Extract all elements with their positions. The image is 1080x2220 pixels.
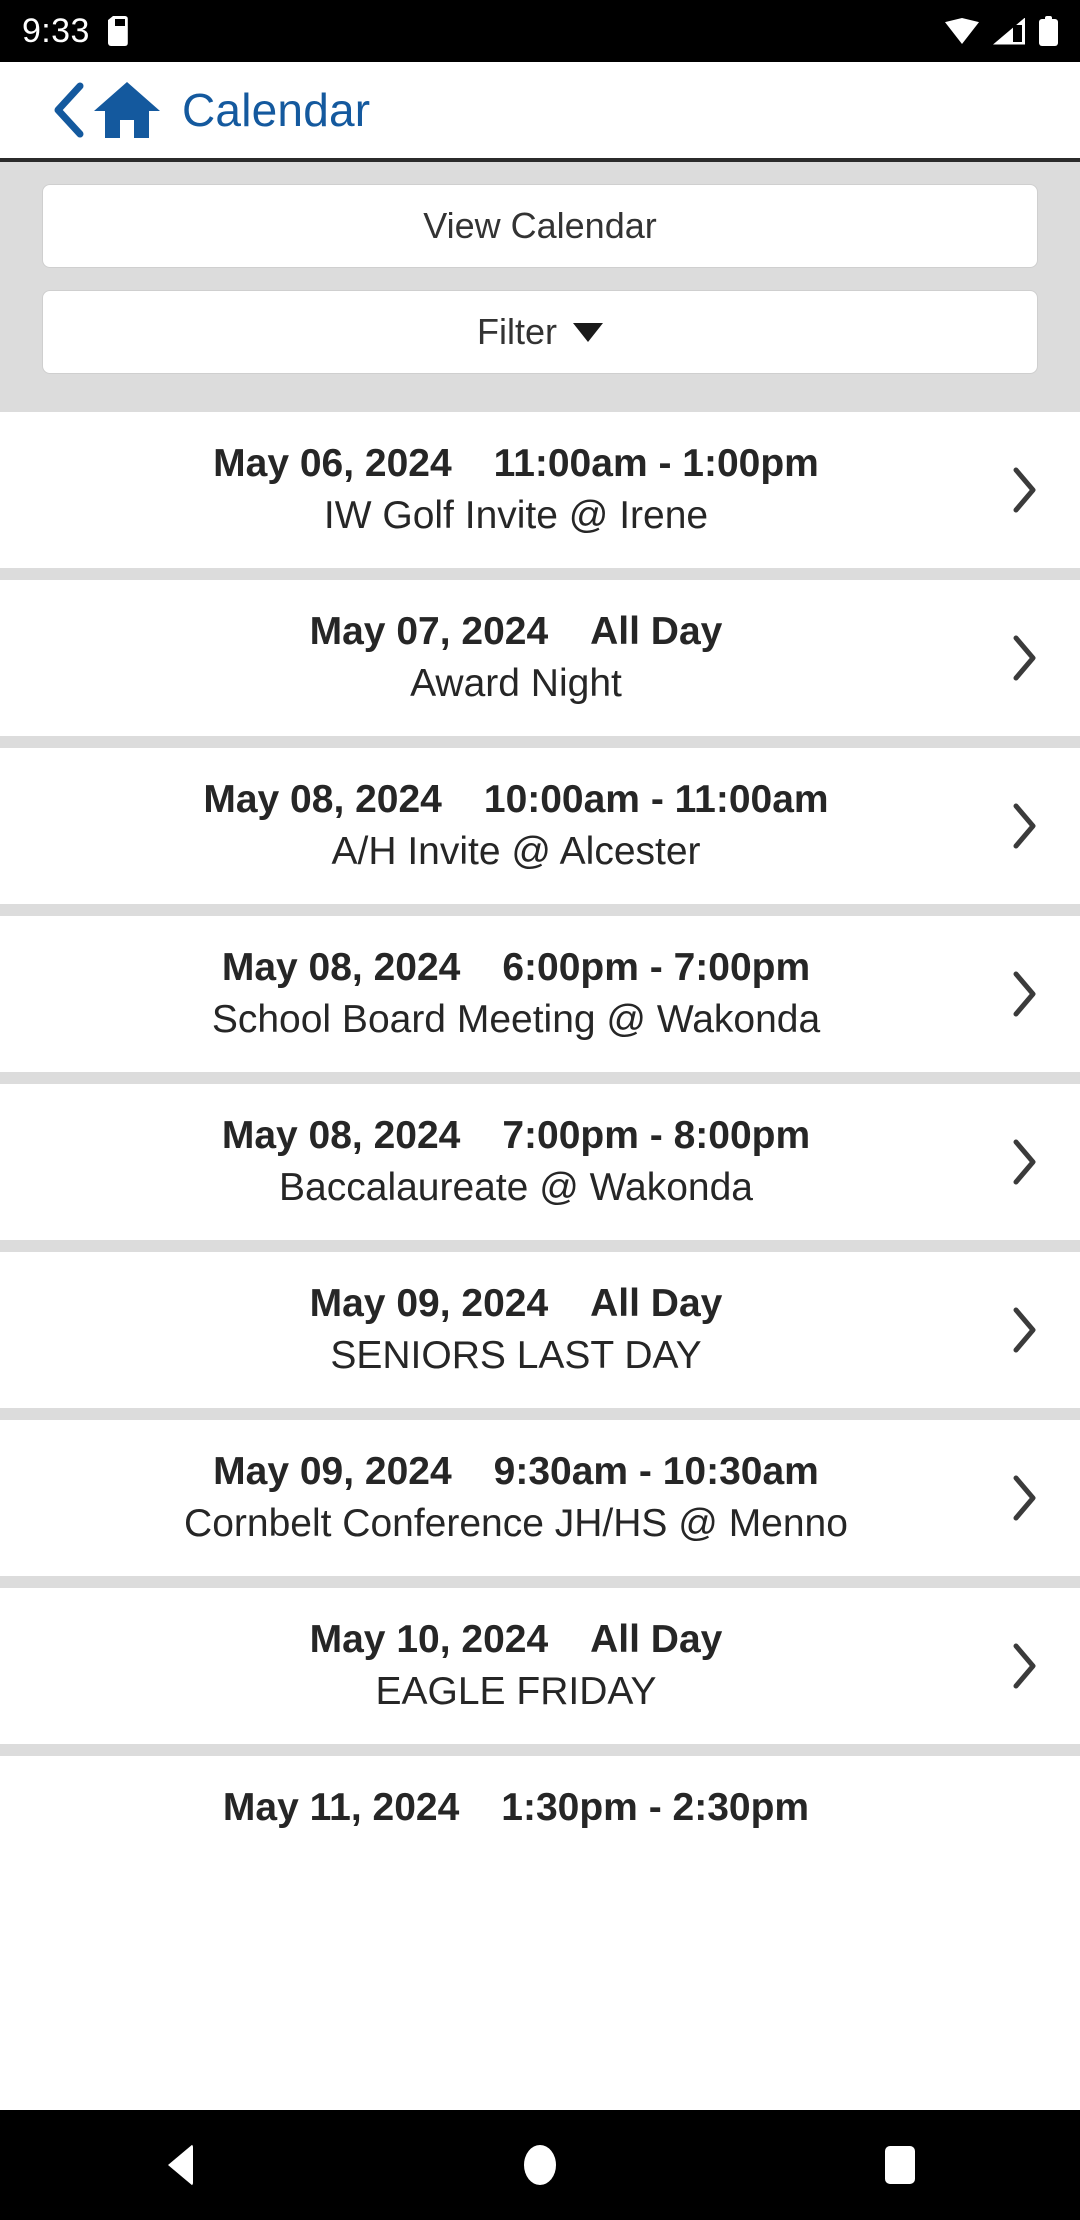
event-row[interactable]: May 10, 2024 All Day EAGLE FRIDAY <box>0 1588 1080 1744</box>
sd-card-icon <box>108 16 128 46</box>
event-title: SENIORS LAST DAY <box>330 1334 702 1377</box>
event-list: May 06, 2024 11:00am - 1:00pm IW Golf Invi… <box>0 400 1080 1830</box>
event-row-header: May 06, 2024 11:00am - 1:00pm <box>213 442 819 486</box>
event-row-header: May 08, 2024 7:00pm - 8:00pm <box>222 1114 810 1158</box>
app-header: Calendar <box>0 62 1080 158</box>
view-calendar-label: View Calendar <box>423 205 657 246</box>
event-row[interactable]: May 11, 2024 1:30pm - 2:30pm <box>0 1756 1080 1830</box>
status-bar-left: 9:33 <box>22 12 128 51</box>
wifi-icon <box>945 18 979 44</box>
event-separator <box>0 400 1080 412</box>
event-separator <box>0 1072 1080 1084</box>
event-row[interactable]: May 07, 2024 All Day Award Night <box>0 580 1080 736</box>
calendar-toolbar: View Calendar Filter <box>0 162 1080 400</box>
filter-button-inner: Filter <box>477 311 603 353</box>
event-time: All Day <box>590 1282 723 1325</box>
event-row[interactable]: May 08, 2024 7:00pm - 8:00pm Baccalaureate… <box>0 1084 1080 1240</box>
battery-icon <box>1039 16 1058 46</box>
status-bar: 9:33 <box>0 0 1080 62</box>
event-time: 9:30am - 10:30am <box>493 1450 819 1493</box>
event-separator <box>0 1240 1080 1252</box>
event-row-header: May 09, 2024 9:30am - 10:30am <box>213 1450 819 1494</box>
event-row-header: May 11, 2024 1:30pm - 2:30pm <box>223 1786 809 1830</box>
event-separator <box>0 568 1080 580</box>
back-triangle-icon <box>167 2144 193 2186</box>
phone-screen: 9:33 Calendar View Calendar Filter May 0… <box>0 0 1080 2220</box>
event-row-header: May 08, 2024 10:00am - 11:00am <box>203 778 828 822</box>
row-chevron-icon <box>1008 467 1042 513</box>
event-date: May 08, 2024 <box>221 1114 461 1157</box>
home-icon[interactable] <box>88 80 166 140</box>
row-chevron-icon <box>1008 1643 1042 1689</box>
event-title: Baccalaureate @ Wakonda <box>279 1166 753 1209</box>
system-navigation-bar <box>0 2110 1080 2220</box>
event-title: EAGLE FRIDAY <box>375 1670 657 1713</box>
event-title: School Board Meeting @ Wakonda <box>211 998 821 1041</box>
event-row[interactable]: May 09, 2024 9:30am - 10:30am Cornbelt Con… <box>0 1420 1080 1576</box>
event-separator <box>0 1744 1080 1756</box>
event-date: May 07, 2024 <box>309 610 549 653</box>
event-separator <box>0 1408 1080 1420</box>
event-title: IW Golf Invite @ Irene <box>323 494 709 537</box>
event-row-header: May 09, 2024 All Day <box>310 1282 723 1326</box>
event-title: A/H Invite @ Alcester <box>331 830 701 873</box>
event-time: 7:00pm - 8:00pm <box>502 1114 811 1157</box>
event-row-header: May 08, 2024 6:00pm - 7:00pm <box>222 946 810 990</box>
nav-home-button[interactable] <box>450 2110 630 2220</box>
event-date: May 08, 2024 <box>221 946 461 989</box>
row-chevron-icon <box>1008 1139 1042 1185</box>
row-chevron-icon <box>1008 635 1042 681</box>
event-time: All Day <box>590 610 723 653</box>
event-date: May 09, 2024 <box>213 1450 452 1493</box>
nav-recents-button[interactable] <box>810 2110 990 2220</box>
nav-back-button[interactable] <box>90 2110 270 2220</box>
event-time: 1:30pm - 2:30pm <box>501 1786 810 1829</box>
event-separator <box>0 1576 1080 1588</box>
event-time: 10:00am - 11:00am <box>483 778 829 821</box>
event-row[interactable]: May 08, 2024 6:00pm - 7:00pm School Board … <box>0 916 1080 1072</box>
event-row-header: May 07, 2024 All Day <box>310 610 723 654</box>
event-date: May 06, 2024 <box>213 442 452 485</box>
row-chevron-icon <box>1008 971 1042 1017</box>
cellular-signal-icon <box>993 18 1025 45</box>
back-chevron-icon[interactable] <box>48 82 88 138</box>
calendar-content: View Calendar Filter May 06, 2024 11:00am… <box>0 158 1080 2220</box>
page-title: Calendar <box>182 84 371 136</box>
event-date: May 10, 2024 <box>309 1618 549 1661</box>
recent-square-icon <box>885 2146 915 2184</box>
home-circle-icon <box>524 2145 556 2185</box>
event-time: All Day <box>590 1618 723 1661</box>
row-chevron-icon <box>1008 803 1042 849</box>
event-separator <box>0 904 1080 916</box>
row-chevron-icon <box>1008 1475 1042 1521</box>
filter-label: Filter <box>477 311 557 352</box>
status-bar-right <box>945 16 1058 46</box>
event-date: May 11, 2024 <box>222 1786 460 1829</box>
event-title: Cornbelt Conference JH/HS @ Menno <box>184 1502 848 1545</box>
event-row[interactable]: May 08, 2024 10:00am - 11:00am A/H Invite … <box>0 748 1080 904</box>
view-calendar-button[interactable]: View Calendar <box>42 184 1038 268</box>
event-separator <box>0 736 1080 748</box>
event-row-header: May 10, 2024 All Day <box>310 1618 723 1662</box>
filter-button[interactable]: Filter <box>42 290 1038 374</box>
event-date: May 09, 2024 <box>309 1282 549 1325</box>
event-time: 11:00am - 1:00pm <box>493 442 819 485</box>
row-chevron-icon <box>1008 1307 1042 1353</box>
status-clock: 9:33 <box>22 11 90 50</box>
event-row[interactable]: May 09, 2024 All Day SENIORS LAST DAY <box>0 1252 1080 1408</box>
event-title: Award Night <box>410 662 622 705</box>
event-row[interactable]: May 06, 2024 11:00am - 1:00pm IW Golf Invi… <box>0 412 1080 568</box>
caret-down-icon <box>573 322 603 342</box>
event-time: 6:00pm - 7:00pm <box>502 946 811 989</box>
event-date: May 08, 2024 <box>203 778 442 821</box>
